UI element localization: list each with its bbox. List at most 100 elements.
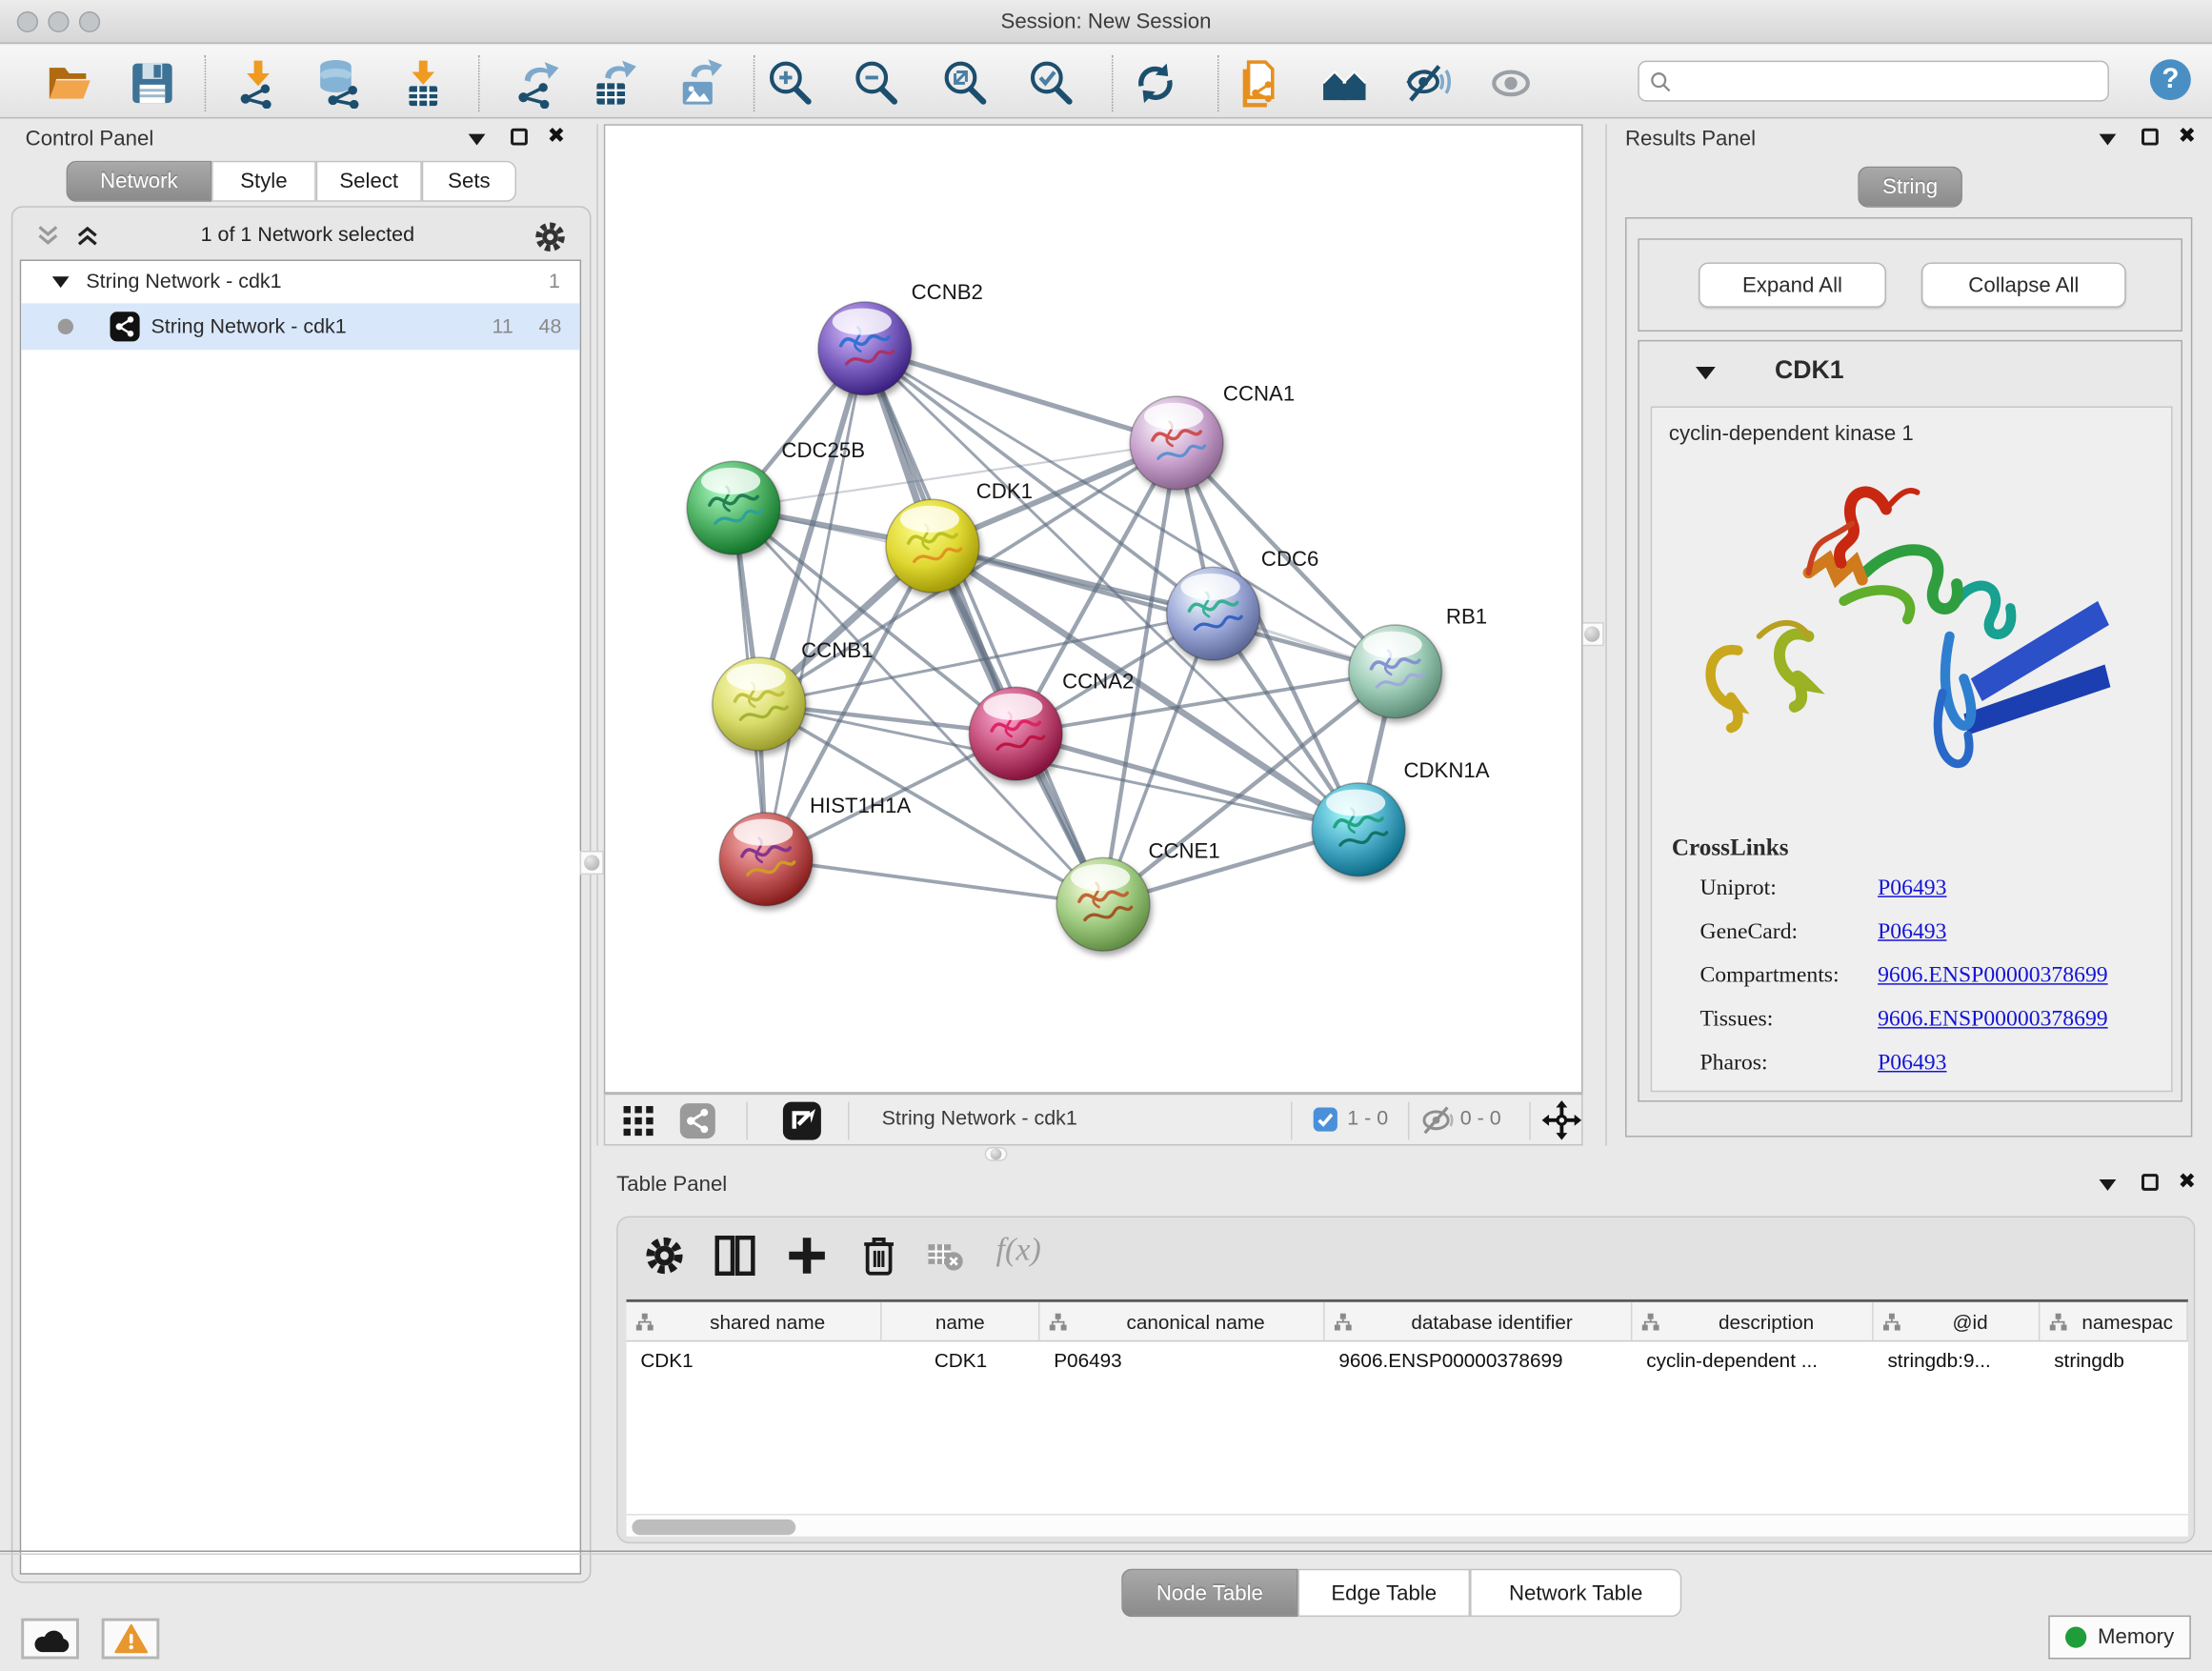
tab-string[interactable]: String — [1858, 167, 1962, 208]
detach-view-icon[interactable] — [783, 1102, 821, 1140]
expand-all-button[interactable]: Expand All — [1699, 262, 1886, 307]
network-canvas[interactable]: CCNB2CCNA1CDC25BCDK1CDC6RB1CCNB1CCNA2CDK… — [604, 124, 1583, 1093]
network-node[interactable] — [969, 687, 1062, 780]
table-cell[interactable]: P06493 — [1039, 1341, 1324, 1379]
divider-right[interactable] — [1605, 124, 1606, 1145]
network-edge[interactable] — [766, 859, 1103, 904]
collapse-all-icon[interactable] — [34, 223, 63, 249]
crosslink-value-link[interactable]: P06493 — [1878, 920, 1946, 946]
bottom-splitter[interactable] — [0, 1551, 2212, 1555]
table-cell[interactable]: stringdb:9... — [1874, 1341, 2041, 1379]
network-node[interactable] — [818, 302, 912, 395]
table-column-header[interactable]: description — [1632, 1302, 1873, 1340]
show-all-icon[interactable] — [1485, 58, 1536, 109]
divider-left-grip[interactable] — [580, 851, 604, 875]
tab-sets[interactable]: Sets — [422, 161, 516, 202]
network-node[interactable] — [687, 461, 780, 554]
table-horizontal-scrollbar[interactable] — [627, 1514, 2188, 1537]
crosslink-value-link[interactable]: P06493 — [1878, 1051, 1946, 1077]
network-node[interactable] — [1167, 567, 1260, 660]
import-table-file-icon[interactable] — [398, 58, 449, 109]
gear-icon[interactable] — [533, 220, 568, 254]
tree-expander-icon[interactable] — [52, 275, 70, 290]
scrollbar-thumb[interactable] — [632, 1520, 795, 1535]
zoom-selected-icon[interactable] — [1026, 58, 1076, 109]
export-network-icon[interactable] — [511, 58, 561, 109]
fit-content-icon[interactable] — [1542, 1100, 1581, 1139]
grid-view-icon[interactable] — [622, 1105, 656, 1139]
zoom-fit-icon[interactable] — [939, 58, 990, 109]
tab-select[interactable]: Select — [316, 161, 422, 202]
divider-left[interactable] — [596, 124, 597, 1145]
clone-network-icon[interactable] — [1235, 58, 1285, 109]
table-column-header[interactable]: canonical name — [1039, 1302, 1324, 1340]
network-edge[interactable] — [1016, 734, 1358, 830]
control-panel-maximize-icon[interactable] — [511, 129, 528, 146]
save-session-icon[interactable] — [127, 58, 177, 109]
control-panel-close-icon[interactable]: ✖ — [548, 129, 566, 146]
refresh-icon[interactable] — [1130, 58, 1180, 109]
tab-edge-table[interactable]: Edge Table — [1297, 1569, 1470, 1617]
control-panel-float-icon[interactable] — [469, 134, 486, 146]
network-node[interactable] — [886, 499, 979, 593]
table-gear-icon[interactable] — [643, 1235, 685, 1277]
divider-right-grip[interactable] — [1580, 622, 1604, 646]
table-cell[interactable]: stringdb — [2040, 1341, 2187, 1379]
table-cell[interactable]: cyclin-dependent ... — [1632, 1341, 1873, 1379]
table-column-header[interactable]: namespac — [2040, 1302, 2187, 1340]
open-file-icon[interactable] — [44, 58, 94, 109]
delete-column-icon[interactable] — [857, 1235, 899, 1277]
warnings-button[interactable] — [102, 1619, 160, 1660]
results-panel-close-icon[interactable]: ✖ — [2179, 129, 2197, 146]
select-columns-icon[interactable] — [714, 1235, 755, 1277]
collapse-all-button[interactable]: Collapse All — [1921, 262, 2126, 307]
network-edge[interactable] — [766, 349, 865, 859]
export-table-icon[interactable] — [589, 58, 639, 109]
selected-checkbox-icon[interactable] — [1314, 1108, 1337, 1132]
table-column-header[interactable]: database identifier — [1325, 1302, 1633, 1340]
export-image-icon[interactable] — [674, 58, 725, 109]
network-node[interactable] — [713, 657, 806, 751]
hide-selected-icon[interactable] — [1402, 58, 1453, 109]
crosslink-value-link[interactable]: P06493 — [1878, 876, 1946, 902]
network-node[interactable] — [1349, 625, 1442, 718]
crosslink-value-link[interactable]: 9606.ENSP00000378699 — [1878, 963, 2108, 989]
network-node[interactable] — [1056, 857, 1150, 951]
network-node[interactable] — [719, 813, 813, 906]
results-panel-maximize-icon[interactable] — [2142, 129, 2159, 146]
cloud-status-button[interactable] — [21, 1619, 79, 1660]
memory-button[interactable]: Memory — [2048, 1616, 2191, 1660]
tab-node-table[interactable]: Node Table — [1121, 1569, 1297, 1617]
network-node[interactable] — [1130, 396, 1223, 490]
tab-network-table[interactable]: Network Table — [1470, 1569, 1681, 1617]
horizontal-splitter-grip[interactable] — [985, 1147, 1008, 1161]
section-expander-icon[interactable] — [1696, 366, 1716, 381]
search-input[interactable] — [1679, 65, 2096, 97]
network-view-icon[interactable] — [680, 1103, 715, 1138]
table-column-header[interactable]: name — [882, 1302, 1040, 1340]
add-column-icon[interactable] — [786, 1235, 828, 1277]
import-network-file-icon[interactable] — [232, 58, 283, 109]
table-cell[interactable]: CDK1 — [627, 1341, 882, 1379]
table-panel-float-icon[interactable] — [2100, 1179, 2117, 1191]
network-edge[interactable] — [933, 546, 1396, 672]
zoom-out-icon[interactable] — [851, 58, 901, 109]
crosslink-value-link[interactable]: 9606.ENSP00000378699 — [1878, 1007, 2108, 1033]
table-panel-close-icon[interactable]: ✖ — [2179, 1174, 2197, 1191]
network-node[interactable] — [1312, 783, 1405, 876]
table-panel-maximize-icon[interactable] — [2142, 1174, 2159, 1191]
zoom-in-icon[interactable] — [765, 58, 815, 109]
table-row[interactable]: CDK1CDK1P064939606.ENSP00000378699cyclin… — [627, 1341, 2188, 1379]
table-cell[interactable]: CDK1 — [882, 1341, 1040, 1379]
import-network-database-icon[interactable] — [314, 58, 365, 109]
network-edge[interactable] — [865, 349, 1103, 904]
results-panel-float-icon[interactable] — [2100, 134, 2117, 146]
table-column-header[interactable]: @id — [1874, 1302, 2041, 1340]
help-button[interactable]: ? — [2150, 59, 2191, 100]
expand-all-icon[interactable] — [73, 223, 102, 249]
hidden-eye-icon[interactable] — [1420, 1106, 1455, 1135]
table-cell[interactable]: 9606.ENSP00000378699 — [1325, 1341, 1633, 1379]
tab-style[interactable]: Style — [211, 161, 316, 202]
tab-network[interactable]: Network — [67, 161, 212, 202]
table-column-header[interactable]: shared name — [627, 1302, 882, 1340]
